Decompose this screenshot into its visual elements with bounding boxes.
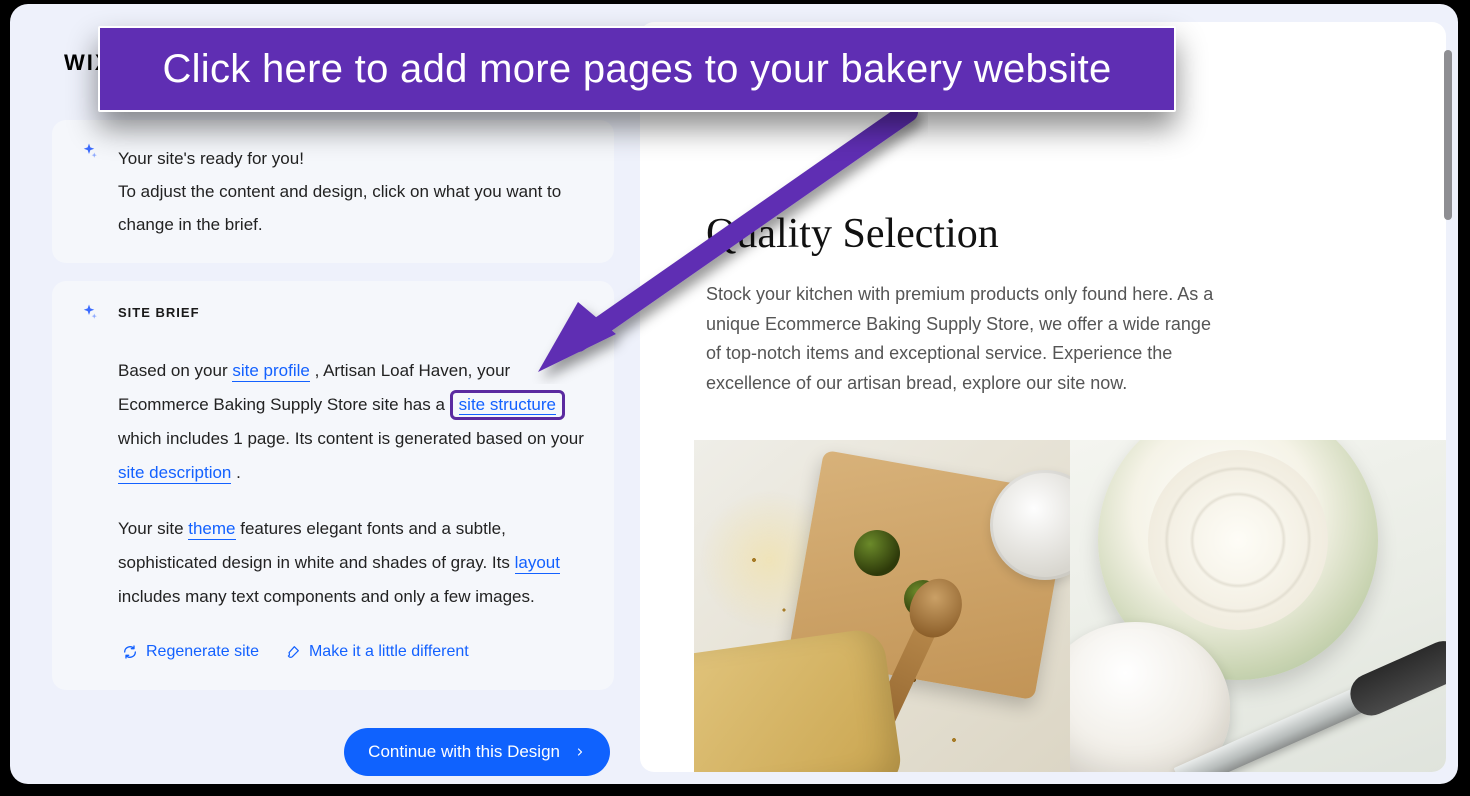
site-brief-card: SITE BRIEF Based on your site profile , …: [52, 281, 614, 690]
left-panel: Your site's ready for you! To adjust the…: [22, 22, 632, 772]
site-preview[interactable]: Quality Selection Stock your kitchen wit…: [640, 22, 1446, 772]
sparkle-icon: [80, 142, 98, 165]
regenerate-label: Regenerate site: [146, 636, 259, 668]
text-fragment: includes many text components and only a…: [118, 587, 535, 606]
site-brief-heading: SITE BRIEF: [118, 305, 200, 320]
text-fragment: which includes 1 page. Its content is ge…: [118, 429, 584, 448]
annotation-banner: Click here to add more pages to your bak…: [98, 26, 1176, 112]
app-frame: WIX Your site's ready for you! To adjust…: [10, 4, 1458, 784]
theme-link[interactable]: theme: [188, 519, 235, 540]
brief-paragraph-2: Your site theme features elegant fonts a…: [118, 512, 586, 614]
text-fragment: Your site: [118, 519, 188, 538]
brief-actions: Regenerate site Make it a little differe…: [122, 636, 586, 668]
chevron-right-icon: [574, 746, 586, 758]
site-profile-link[interactable]: site profile: [232, 361, 309, 382]
continue-row: Continue with this Design: [52, 728, 614, 776]
preview-image-left: [694, 440, 1070, 772]
preview-body: Stock your kitchen with premium products…: [706, 280, 1226, 399]
preview-image-row: [694, 440, 1446, 772]
text-fragment: .: [236, 463, 241, 482]
make-different-button[interactable]: Make it a little different: [285, 636, 469, 668]
site-structure-link[interactable]: site structure: [450, 390, 565, 420]
scrollbar-thumb[interactable]: [1444, 50, 1452, 220]
site-description-link[interactable]: site description: [118, 463, 231, 484]
regenerate-site-button[interactable]: Regenerate site: [122, 636, 259, 668]
refresh-icon: [122, 644, 138, 660]
text-fragment: Based on your: [118, 361, 232, 380]
brief-paragraph-1: Based on your site profile , Artisan Loa…: [118, 354, 586, 490]
continue-with-design-button[interactable]: Continue with this Design: [344, 728, 610, 776]
intro-line1: Your site's ready for you!: [118, 142, 586, 175]
intro-line2: To adjust the content and design, click …: [118, 175, 586, 241]
continue-label: Continue with this Design: [368, 742, 560, 762]
annotation-text: Click here to add more pages to your bak…: [162, 47, 1111, 92]
preview-heading: Quality Selection: [706, 210, 1226, 258]
preview-image-right: [1070, 440, 1446, 772]
layout-link[interactable]: layout: [515, 553, 560, 574]
make-different-label: Make it a little different: [309, 636, 469, 668]
brush-icon: [285, 644, 301, 660]
intro-card: Your site's ready for you! To adjust the…: [52, 120, 614, 263]
sparkle-icon: [80, 303, 98, 326]
